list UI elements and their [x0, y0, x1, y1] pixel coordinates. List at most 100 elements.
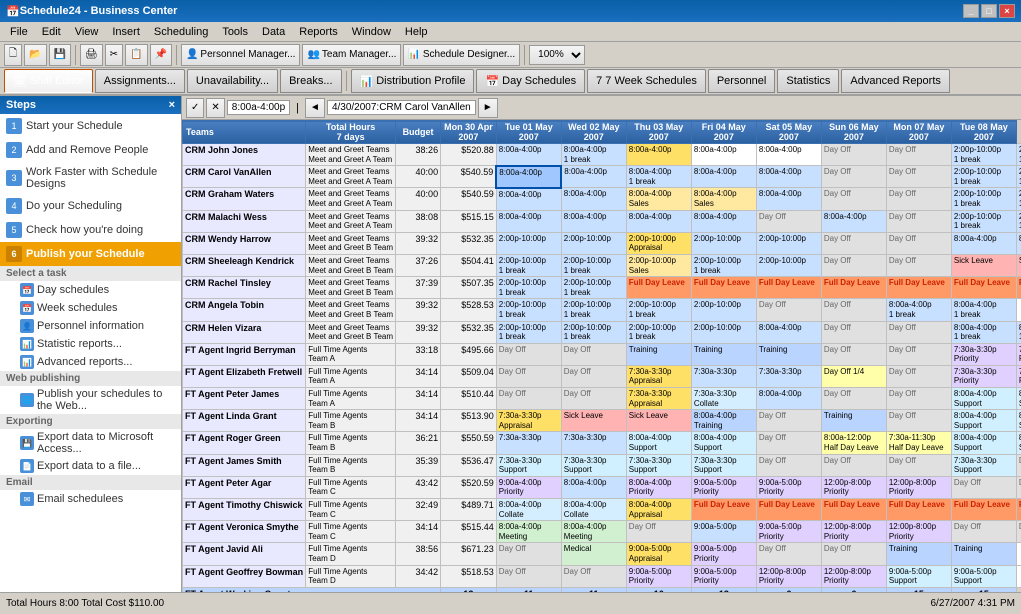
schedule-cell[interactable]: 9:00a-5:00pPriority: [691, 543, 756, 565]
schedule-cell[interactable]: 9:00a-4:00pPriority: [496, 476, 561, 498]
schedule-cell[interactable]: 7:30a-3:30pPriority: [1016, 365, 1021, 387]
schedule-cell[interactable]: 8:00a-4:00p: [821, 210, 886, 232]
schedule-cell[interactable]: Day Off: [821, 543, 886, 565]
schedule-cell[interactable]: Day Off: [496, 365, 561, 387]
sidebar-item-step5[interactable]: 5 Check how you're doing: [0, 218, 181, 242]
schedule-cell[interactable]: 8:00a-4:00pSupport: [1016, 410, 1021, 432]
menu-tools[interactable]: Tools: [216, 25, 254, 39]
maximize-button[interactable]: □: [981, 4, 997, 18]
schedule-cell[interactable]: 7:30a-3:30pPriority: [951, 365, 1016, 387]
schedule-cell[interactable]: 7:30a-3:30pSupport: [561, 454, 626, 476]
menu-reports[interactable]: Reports: [293, 25, 344, 39]
sidebar-task-statistics[interactable]: 📊 Statistic reports...: [0, 335, 181, 353]
schedule-cell[interactable]: Full Day Leave: [691, 499, 756, 521]
schedule-cell[interactable]: Day Off: [496, 343, 561, 365]
schedule-cell[interactable]: [1016, 299, 1021, 321]
schedule-cell[interactable]: 7:30a-3:30pAppraisal: [496, 410, 561, 432]
schedule-cell[interactable]: 7:30a-3:30pSupport: [951, 454, 1016, 476]
schedule-cell[interactable]: Day Off: [756, 410, 821, 432]
schedule-cell[interactable]: 8:00a-4:00pMeeting: [496, 521, 561, 543]
employee-name[interactable]: CRM Wendy Harrow: [183, 232, 306, 254]
schedule-cell[interactable]: 7:30a-3:30pCollate: [691, 388, 756, 410]
schedule-cell[interactable]: Day Off: [951, 476, 1016, 498]
schedule-cell[interactable]: Day Off: [886, 166, 951, 188]
schedule-cell[interactable]: Full Day Leave: [1016, 277, 1021, 299]
zoom-select[interactable]: 100% 75% 50%: [529, 45, 585, 65]
schedule-cell[interactable]: Day Off: [1016, 476, 1021, 498]
schedule-cell[interactable]: Sick Leave: [1016, 254, 1021, 276]
print-button[interactable]: 🖨: [80, 44, 103, 66]
schedule-cell[interactable]: 9:00a-5:00p: [691, 521, 756, 543]
schedule-cell[interactable]: 12:00p-8:00pPriority: [821, 565, 886, 587]
schedule-cell[interactable]: 8:00a-4:00p: [1016, 232, 1021, 254]
employee-name[interactable]: FT Agent Elizabeth Fretwell: [183, 365, 306, 387]
distribution-profile-tab[interactable]: 📊 Distribution Profile: [351, 69, 475, 93]
schedule-cell[interactable]: Day Off: [821, 166, 886, 188]
team-manager-button[interactable]: 👥 Team Manager...: [302, 44, 401, 66]
schedule-cell[interactable]: Day Off: [756, 454, 821, 476]
schedule-cell[interactable]: Day Off: [496, 388, 561, 410]
assignments-tab[interactable]: Assignments...: [95, 69, 185, 93]
menu-scheduling[interactable]: Scheduling: [148, 25, 214, 39]
schedule-cell[interactable]: 8:00a-4:00p: [626, 210, 691, 232]
schedule-cell[interactable]: 8:00a-4:00pSales: [691, 188, 756, 210]
employee-name[interactable]: CRM Angela Tobin: [183, 299, 306, 321]
schedule-cell[interactable]: 2:00p-10:00p1 break: [1016, 144, 1021, 166]
schedule-cell[interactable]: Full Day Leave: [821, 499, 886, 521]
schedule-cell[interactable]: 8:00a-4:00p1 break: [951, 321, 1016, 343]
schedule-cell[interactable]: Full Day Leave: [951, 277, 1016, 299]
schedule-cell[interactable]: 8:00a-4:00p: [756, 144, 821, 166]
schedule-cell[interactable]: Full Day Leave: [821, 277, 886, 299]
schedule-cell[interactable]: 7:30a-11:30pHalf Day Leave: [886, 432, 951, 454]
schedule-cell[interactable]: 2:00p-10:00p1 break: [496, 299, 561, 321]
schedule-cell[interactable]: 9:00a-5:00pSupport: [886, 565, 951, 587]
schedule-cell[interactable]: Day Off: [561, 365, 626, 387]
schedule-cell[interactable]: Day Off Day Off: [1016, 454, 1021, 476]
next-date-button[interactable]: ►: [478, 98, 498, 118]
schedule-cell[interactable]: 8:00a-4:00pCollate: [561, 499, 626, 521]
paste-button[interactable]: 📌: [150, 44, 172, 66]
day-schedules-tab[interactable]: 📅 Day Schedules: [476, 69, 585, 93]
schedule-cell[interactable]: 8:00a-4:00pSupport: [951, 388, 1016, 410]
schedule-cell[interactable]: Day Off: [821, 144, 886, 166]
schedule-cell[interactable]: 2:00p-10:00p: [691, 232, 756, 254]
employee-name[interactable]: FT Agent James Smith: [183, 454, 306, 476]
schedule-cell[interactable]: Day Off: [821, 232, 886, 254]
schedule-cell[interactable]: 8:00a-4:00p: [756, 388, 821, 410]
nav-check-button[interactable]: ✓: [186, 98, 204, 118]
schedule-cell[interactable]: Day Off: [951, 521, 1016, 543]
employee-name[interactable]: FT Agent Peter Agar: [183, 476, 306, 498]
schedule-cell[interactable]: 8:00a-4:00p1 break: [886, 299, 951, 321]
breaks-tab[interactable]: Breaks...: [280, 69, 341, 93]
employee-name[interactable]: FT Agent Ingrid Berryman: [183, 343, 306, 365]
sidebar-item-step1[interactable]: 1 Start your Schedule: [0, 114, 181, 138]
employee-name[interactable]: FT Agent Timothy Chiswick: [183, 499, 306, 521]
employee-name[interactable]: CRM Rachel Tinsley: [183, 277, 306, 299]
schedule-cell[interactable]: 2:00p-10:00p: [496, 232, 561, 254]
schedule-cell[interactable]: 2:00p-10:00p: [756, 254, 821, 276]
schedule-cell[interactable]: Day Off: [821, 188, 886, 210]
schedule-cell[interactable]: 8:00a-4:00p1 break: [1016, 321, 1021, 343]
schedule-cell[interactable]: 2:00p-10:00p1 break: [496, 254, 561, 276]
sidebar-task-weekschedules[interactable]: 📅 Week schedules: [0, 299, 181, 317]
schedule-cell[interactable]: 2:00p-10:00p1 break: [496, 321, 561, 343]
employee-name[interactable]: CRM Carol VanAllen: [183, 166, 306, 188]
schedule-cell[interactable]: 2:00p-10:00p: [691, 321, 756, 343]
employee-name[interactable]: CRM Helen Vizara: [183, 321, 306, 343]
menu-insert[interactable]: Insert: [106, 25, 146, 39]
schedule-cell[interactable]: 8:00a-4:00p: [756, 188, 821, 210]
close-button[interactable]: ×: [999, 4, 1015, 18]
schedule-cell[interactable]: [1016, 543, 1021, 565]
schedule-cell[interactable]: Day Off: [886, 365, 951, 387]
schedule-cell[interactable]: 12:00p-8:00pPriority: [886, 521, 951, 543]
employee-name[interactable]: FT Agent Javid Ali: [183, 543, 306, 565]
sidebar-task-export-file[interactable]: 📄 Export data to a file...: [0, 457, 181, 475]
advanced-reports-tab[interactable]: Advanced Reports: [841, 69, 950, 93]
schedule-cell[interactable]: 8:00a-4:00p: [561, 188, 626, 210]
schedule-cell[interactable]: Full Day Leave: [886, 277, 951, 299]
schedule-cell[interactable]: [1016, 565, 1021, 587]
schedule-cell[interactable]: 8:00a-4:00p: [691, 210, 756, 232]
schedule-cell[interactable]: 2:00p-10:00p1 break: [951, 210, 1016, 232]
sidebar-item-step6[interactable]: 6 Publish your Schedule: [0, 242, 181, 266]
schedule-cell[interactable]: 9:00a-5:00pSupport: [951, 565, 1016, 587]
